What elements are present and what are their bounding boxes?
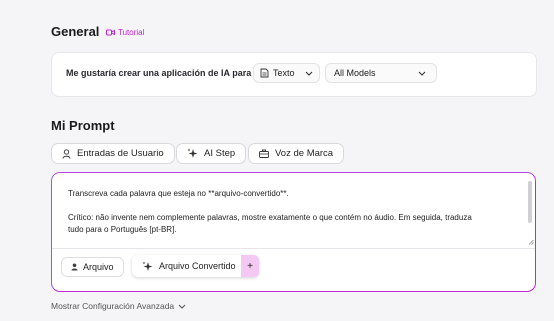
advanced-config-toggle[interactable]: Mostrar Configuración Avanzada (51, 301, 186, 311)
prompt-scrollbar[interactable] (528, 181, 532, 223)
type-select-value: Texto (273, 68, 295, 78)
user-inputs-button[interactable]: Entradas de Usuario (51, 143, 175, 164)
tutorial-link[interactable]: Tutorial (106, 28, 144, 37)
chevron-down-icon (178, 304, 186, 309)
arquivo-convertido-chip[interactable]: Arquivo Convertido + (132, 255, 259, 277)
arquivo-chip[interactable]: Arquivo (61, 257, 124, 277)
prompt-line-1: Transcreva cada palavra que esteja no **… (68, 189, 289, 198)
prompt-line-2: Crítico: não invente nem complemente pal… (68, 213, 472, 222)
chevron-down-icon (418, 71, 426, 76)
user-icon (62, 148, 71, 159)
prompt-line-3: tudo para o Português [pt-BR]. (68, 225, 177, 234)
sparkle-icon (187, 148, 198, 158)
user-icon (71, 263, 78, 271)
user-inputs-label: Entradas de Usuario (77, 148, 164, 159)
prompt-title: Mi Prompt (51, 118, 115, 133)
add-button[interactable]: + (241, 255, 259, 277)
arquivo-label: Arquivo (83, 262, 114, 272)
brand-voice-button[interactable]: Voz de Marca (248, 143, 345, 164)
tutorial-label: Tutorial (118, 28, 145, 37)
general-title: General (51, 24, 100, 39)
sparkle-icon (142, 261, 153, 271)
ai-step-button[interactable]: AI Step (176, 143, 247, 164)
app-sentence: Me gustaría crear una aplicación de IA p… (66, 68, 252, 78)
model-select[interactable]: All Models (325, 63, 437, 83)
document-icon (260, 68, 269, 78)
resize-handle-icon[interactable] (528, 239, 534, 245)
brand-voice-label: Voz de Marca (275, 148, 334, 159)
ai-step-label: AI Step (204, 148, 236, 159)
prompt-divider (52, 248, 535, 249)
prompt-textarea[interactable]: Transcreva cada palavra que esteja no **… (52, 173, 535, 249)
video-icon (106, 29, 115, 36)
arquivo-convertido-label: Arquivo Convertido (159, 261, 236, 271)
chevron-down-icon (305, 71, 312, 76)
briefcase-icon (259, 149, 269, 158)
plus-icon: + (247, 260, 253, 272)
type-select[interactable]: Texto (253, 63, 320, 83)
model-select-value: All Models (334, 68, 376, 78)
advanced-config-label: Mostrar Configuración Avanzada (51, 301, 175, 311)
